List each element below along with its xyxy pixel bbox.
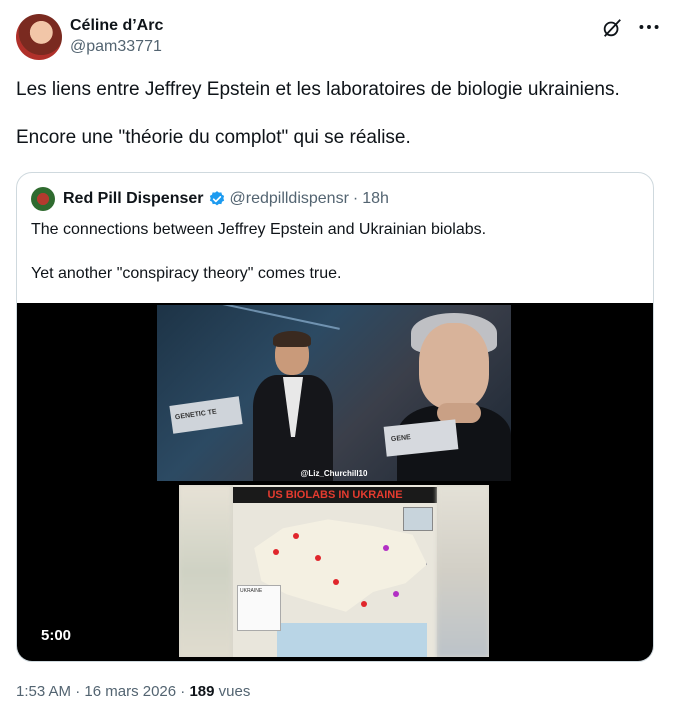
portrait-figure [397,305,511,481]
post-date[interactable]: 16 mars 2026 [84,683,176,700]
author-block: Céline d’Arc @pam33771 [70,16,163,58]
quote-header: Red Pill Dispenser @redpilldispensr · 18… [31,187,389,211]
post-time[interactable]: 1:53 AM [16,683,71,700]
author-avatar[interactable] [16,14,62,60]
more-icon[interactable] [636,14,662,40]
author-name[interactable]: Céline d’Arc [70,16,163,36]
video-frame-studio: GENETIC TE GENE @Liz_Churchill10 [157,305,511,481]
views-label: vues [218,683,251,700]
biolab-dot [393,591,399,597]
tweet-footer: 1:53 AM · 16 mars 2026 · 189 vues [16,682,250,702]
presenter-figure [247,331,337,481]
genetic-card: GENETIC TE [169,396,243,434]
biolab-dot [383,545,389,551]
grok-icon[interactable] [601,17,623,39]
biolab-dot [361,601,367,607]
black-sea [277,623,427,657]
tweet-text: Les liens entre Jeffrey Epstein et les l… [16,78,656,150]
quote-avatar[interactable] [31,187,55,211]
biolab-dot [333,579,339,585]
footer-separator: · [180,683,186,700]
quote-separator: · [352,190,359,207]
biolab-dot [315,555,321,561]
biolab-dot [293,533,299,539]
tweet-line-1: Les liens entre Jeffrey Epstein et les l… [16,79,620,100]
verified-badge-icon [209,191,224,206]
ukraine-map: UKRAINE US BIOLABS IN UKRAINE [233,485,437,657]
video-watermark: @Liz_Churchill10 [300,469,368,478]
video-duration: 5:00 [41,627,72,644]
tweet-line-2: Encore une "théorie du complot" qui se r… [16,127,411,148]
blurred-map-right [437,485,489,657]
author-handle[interactable]: @pam33771 [70,36,163,58]
quote-timestamp[interactable]: 18h [362,190,389,208]
map-legend: UKRAINE [237,585,281,631]
legend-title: UKRAINE [240,588,263,594]
quoted-tweet[interactable]: Red Pill Dispenser @redpilldispensr · 18… [16,172,654,662]
map-inset [403,507,433,531]
map-title: US BIOLABS IN UKRAINE [233,487,437,503]
views-count: 189 [189,683,215,700]
video-frame-map: UKRAINE US BIOLABS IN UKRAINE [179,485,489,657]
footer-separator: · [75,683,81,700]
quote-text: The connections between Jeffrey Epstein … [31,219,486,285]
video-player[interactable]: GENETIC TE GENE @Liz_Churchill10 UKRAINE [17,303,653,661]
quote-line-2: Yet another "conspiracy theory" comes tr… [31,265,342,282]
blurred-map-left [179,485,231,657]
quote-author-name[interactable]: Red Pill Dispenser [63,190,204,208]
biolab-dot [273,549,279,555]
quote-line-1: The connections between Jeffrey Epstein … [31,221,487,238]
quote-author-handle[interactable]: @redpilldispensr [230,190,349,208]
